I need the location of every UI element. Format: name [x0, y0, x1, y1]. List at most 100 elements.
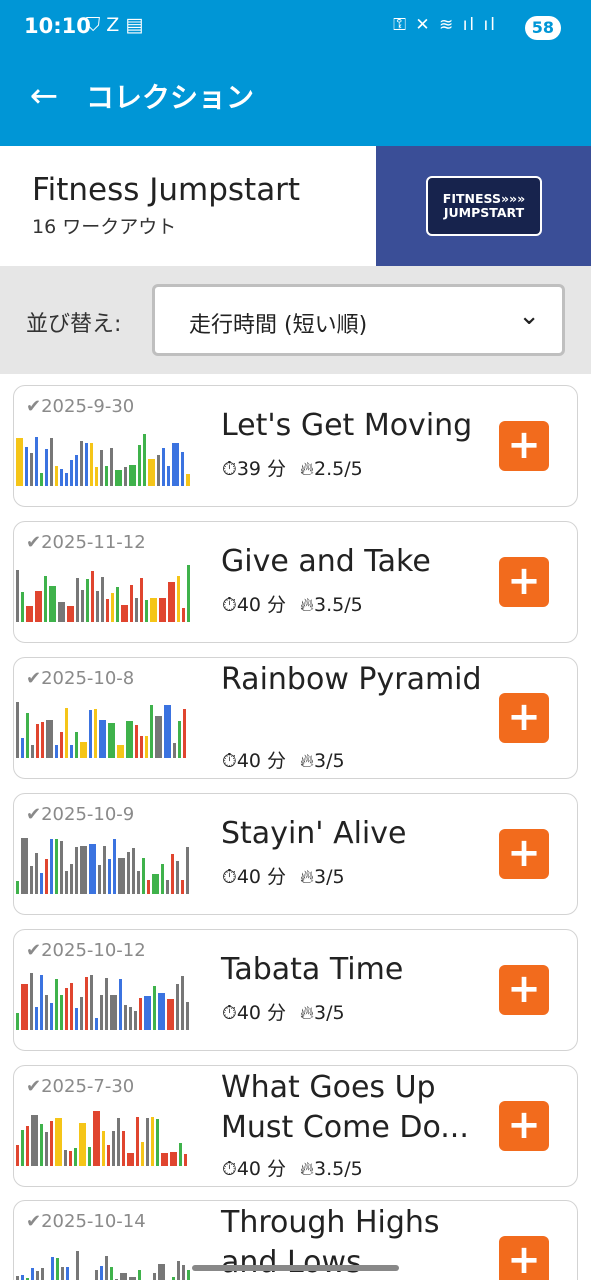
- graph-bar: [182, 608, 185, 622]
- add-workout-button[interactable]: +: [499, 557, 549, 607]
- graph-bar: [94, 709, 97, 758]
- graph-bar: [171, 854, 174, 894]
- graph-bar: [67, 606, 74, 622]
- timer-icon: ⏱: [222, 1158, 237, 1180]
- graph-bar: [45, 995, 48, 1030]
- graph-bar: [35, 591, 42, 622]
- graph-bar: [16, 1013, 19, 1030]
- graph-bar: [186, 1002, 189, 1030]
- intensity: 3.5/5: [314, 1158, 363, 1180]
- graph-bar: [177, 576, 180, 622]
- graph-bar: [60, 732, 63, 758]
- graph-bar: [16, 1145, 19, 1166]
- graph-bar: [80, 846, 87, 894]
- graph-bar: [127, 1153, 134, 1166]
- completed-date: ✔2025-10-14: [26, 1211, 146, 1232]
- graph-bar: [95, 1018, 98, 1030]
- flame-icon: 🔥︎: [300, 750, 314, 772]
- graph-bar: [49, 586, 56, 622]
- graph-bar: [112, 1131, 115, 1166]
- graph-bar: [137, 871, 140, 894]
- sort-dropdown[interactable]: 走行時間 (短い順) ⌄: [152, 284, 565, 356]
- graph-bar: [88, 1147, 91, 1166]
- graph-bar: [126, 721, 133, 758]
- workout-title: Let's Get Moving: [221, 408, 473, 443]
- sort-label: 並び替え:: [26, 312, 122, 337]
- graph-bar: [103, 846, 106, 894]
- graph-bar: [183, 709, 186, 758]
- notification-icons: ⛉ Z ▤: [86, 14, 144, 36]
- graph-bar: [184, 1154, 187, 1166]
- sort-bar: 並び替え: 走行時間 (短い順) ⌄: [0, 266, 591, 374]
- app-bar: ← コレクション: [0, 56, 591, 146]
- graph-bar: [80, 997, 83, 1030]
- graph-bar: [106, 599, 109, 622]
- graph-bar: [181, 976, 184, 1030]
- graph-bar: [26, 606, 33, 622]
- graph-bar: [21, 1130, 24, 1166]
- workout-title: Rainbow Pyramid: [221, 662, 482, 697]
- duration: 40 分: [236, 866, 287, 888]
- graph-bar: [179, 1143, 182, 1166]
- graph-bar: [142, 858, 145, 894]
- graph-bar: [89, 710, 92, 758]
- graph-bar: [75, 732, 78, 758]
- workout-card[interactable]: ✔2025-10-8 Rainbow Pyramid ⏱40 分 🔥︎3/5 +: [13, 657, 578, 779]
- workout-title: Stayin' Alive: [221, 816, 407, 851]
- graph-bar: [55, 1118, 62, 1166]
- timer-icon: ⏱: [222, 866, 237, 888]
- workout-card[interactable]: ✔2025-10-12 Tabata Time ⏱40 分 🔥︎3/5 +: [13, 929, 578, 1051]
- add-workout-button[interactable]: +: [499, 1236, 549, 1280]
- graph-bar: [31, 1115, 38, 1166]
- graph-bar: [41, 722, 44, 758]
- page-title: コレクション: [86, 81, 255, 114]
- workout-card[interactable]: ✔2025-9-30 Let's Get Moving ⏱39 分 🔥︎2.5/5…: [13, 385, 578, 507]
- graph-bar: [115, 470, 122, 486]
- graph-bar: [153, 1273, 156, 1280]
- graph-bar: [143, 434, 146, 486]
- add-workout-button[interactable]: +: [499, 1101, 549, 1151]
- graph-bar: [98, 865, 101, 894]
- gesture-bar[interactable]: [192, 1265, 399, 1271]
- graph-bar: [100, 995, 103, 1030]
- graph-bar: [89, 844, 96, 894]
- intensity: 2.5/5: [314, 458, 363, 480]
- duration: 39 分: [236, 458, 287, 480]
- graph-bar: [148, 459, 155, 486]
- graph-bar: [95, 467, 98, 486]
- graph-bar: [91, 571, 94, 622]
- graph-bar: [21, 984, 28, 1030]
- workout-card[interactable]: ✔2025-7-30 What Goes Up Must Come Do... …: [13, 1065, 578, 1187]
- graph-bar: [177, 1261, 180, 1280]
- flame-icon: 🔥︎: [300, 458, 314, 480]
- graph-bar: [81, 590, 84, 622]
- graph-bar: [152, 874, 159, 894]
- flame-icon: 🔥︎: [300, 866, 314, 888]
- back-arrow-icon[interactable]: ←: [24, 76, 64, 116]
- graph-bar: [158, 993, 165, 1030]
- add-workout-button[interactable]: +: [499, 421, 549, 471]
- workout-card[interactable]: ✔2025-11-12 Give and Take ⏱40 分 🔥︎3.5/5 +: [13, 521, 578, 643]
- add-workout-button[interactable]: +: [499, 693, 549, 743]
- graph-bar: [70, 864, 73, 894]
- graph-bar: [102, 1131, 105, 1166]
- graph-bar: [99, 720, 106, 758]
- graph-bar: [86, 579, 89, 622]
- graph-bar: [153, 986, 156, 1030]
- graph-bar: [56, 1258, 59, 1280]
- graph-bar: [21, 738, 24, 758]
- workout-card[interactable]: ✔2025-10-9 Stayin' Alive ⏱40 分 🔥︎3/5 +: [13, 793, 578, 915]
- add-workout-button[interactable]: +: [499, 965, 549, 1015]
- graph-bar: [167, 466, 170, 486]
- graph-bar: [182, 1265, 185, 1280]
- intensity: 3/5: [314, 750, 345, 772]
- graph-bar: [127, 852, 130, 894]
- duration: 40 分: [236, 1002, 287, 1024]
- graph-bar: [110, 1267, 113, 1280]
- graph-bar: [75, 455, 78, 486]
- add-workout-button[interactable]: +: [499, 829, 549, 879]
- graph-bar: [176, 861, 179, 894]
- graph-bar: [45, 449, 48, 486]
- graph-bar: [186, 847, 189, 894]
- graph-bar: [139, 998, 142, 1030]
